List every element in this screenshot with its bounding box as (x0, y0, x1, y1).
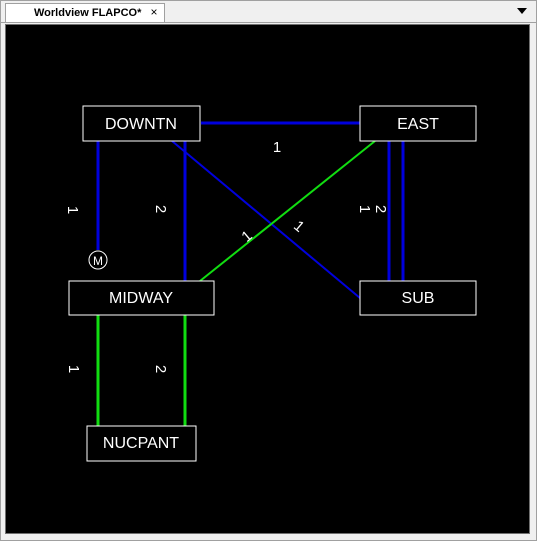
node-sub-label: SUB (402, 290, 435, 307)
label-midway-nucpant-2: 2 (152, 365, 169, 373)
node-nucpant[interactable]: NUCPANT (86, 425, 197, 462)
label-midway-nucpant-1: 1 (65, 365, 82, 373)
node-midway[interactable]: MIDWAY (68, 280, 215, 316)
node-midway-label: MIDWAY (109, 290, 173, 307)
label-downtn-midway-1: 1 (64, 206, 81, 214)
label-downtn-midway-2: 2 (152, 205, 169, 213)
label-downtn-east: 1 (273, 139, 281, 156)
node-downtn[interactable]: DOWNTN (82, 105, 201, 142)
label-downtn-sub: 1 (290, 217, 307, 235)
meter-symbol: M (93, 254, 103, 268)
label-east-sub-1: 1 (356, 205, 373, 213)
node-east[interactable]: EAST (359, 105, 477, 142)
label-east-sub-2: 2 (372, 205, 389, 213)
line-downtn-sub[interactable] (171, 140, 361, 299)
node-downtn-label: DOWNTN (105, 116, 177, 133)
meter-icon[interactable]: M (88, 250, 108, 270)
node-east-label: EAST (397, 116, 439, 133)
label-east-midway: 1 (238, 227, 255, 245)
one-line-diagram: M DOWNTN EAST MIDWAY SUB NUCPANT 1 1 2 1… (64, 105, 477, 462)
line-east-midway[interactable] (199, 140, 376, 282)
node-nucpant-label: NUCPANT (103, 435, 179, 452)
node-sub[interactable]: SUB (359, 280, 477, 316)
